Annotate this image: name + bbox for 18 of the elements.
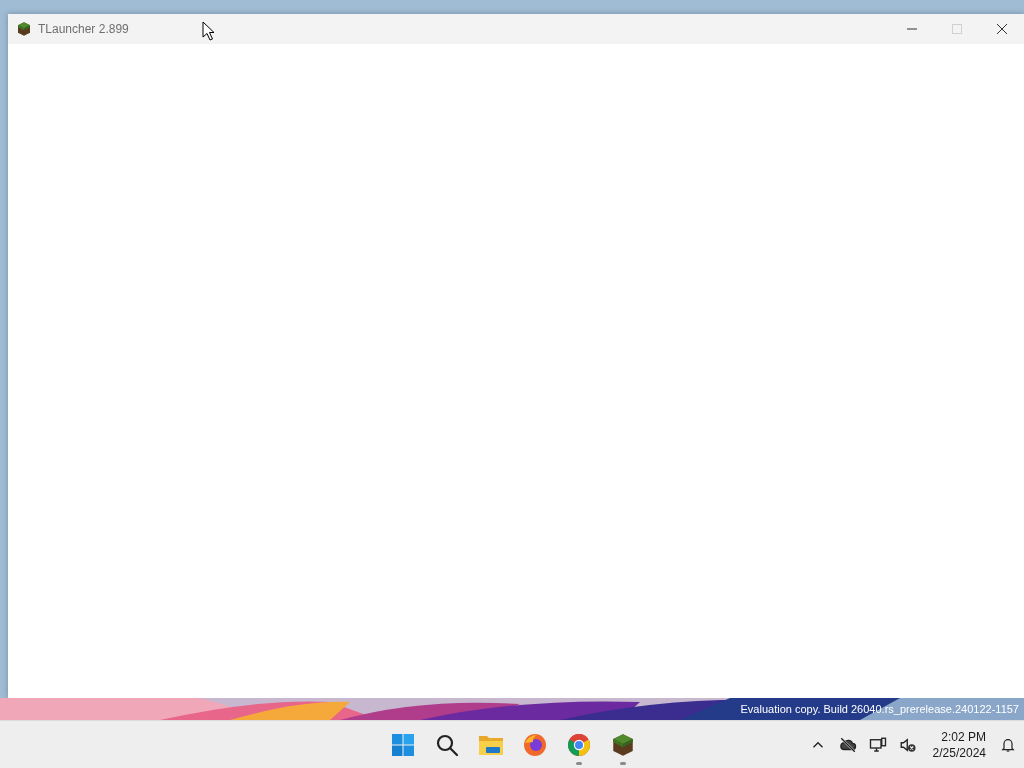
cursor-icon bbox=[202, 21, 215, 41]
running-indicator bbox=[620, 761, 626, 765]
windows-logo-icon bbox=[391, 732, 415, 757]
window-title: TLauncher 2.899 bbox=[38, 21, 129, 38]
cloud-off-icon[interactable] bbox=[838, 735, 857, 754]
clock-date: 2/25/2024 bbox=[932, 744, 986, 761]
chrome-icon bbox=[567, 732, 591, 757]
clock[interactable]: 2:02 PM 2/25/2024 bbox=[932, 728, 986, 761]
network-icon[interactable] bbox=[868, 735, 887, 754]
notification-bell-icon[interactable] bbox=[1000, 736, 1016, 753]
close-icon bbox=[995, 23, 1008, 35]
maximize-icon bbox=[950, 23, 963, 35]
search-icon bbox=[435, 732, 459, 757]
firefox-icon bbox=[523, 732, 547, 757]
grass-block-icon bbox=[610, 731, 636, 758]
running-indicator bbox=[576, 761, 582, 765]
clock-time: 2:02 PM bbox=[941, 728, 986, 745]
grass-block-icon bbox=[16, 21, 32, 37]
